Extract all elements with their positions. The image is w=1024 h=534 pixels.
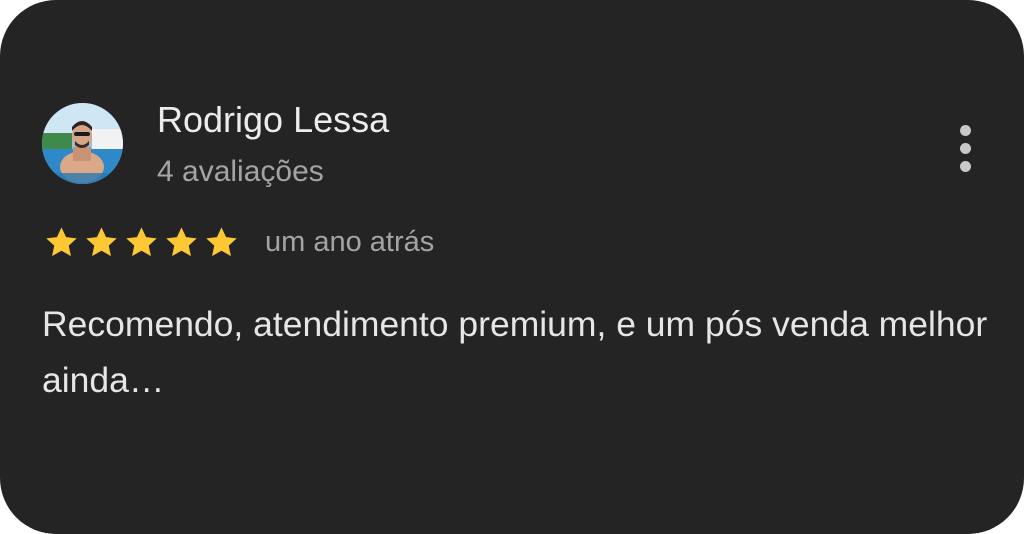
star-icon: [86, 226, 117, 256]
more-vert-icon-dot: [959, 160, 971, 172]
more-vert-icon-dot: [959, 142, 971, 154]
star-icon: [126, 226, 157, 256]
review-card: Rodrigo Lessa 4 avaliações um ano atrás …: [0, 0, 1024, 534]
star-icon: [166, 226, 197, 256]
rating-row: um ano atrás: [42, 222, 434, 262]
reviews-count[interactable]: 4 avaliações: [157, 153, 324, 191]
review-time: um ano atrás: [265, 225, 435, 258]
more-options-button[interactable]: [944, 118, 986, 178]
star-icon: [206, 226, 237, 256]
star-rating: [42, 224, 241, 261]
more-vert-icon-dot: [959, 124, 971, 136]
star-icon: [46, 226, 77, 256]
profile-photo-icon: [42, 103, 123, 184]
review-text: Recomendo, atendimento premium, e um pós…: [42, 304, 988, 400]
avatar[interactable]: [42, 103, 123, 184]
reviewer-name[interactable]: Rodrigo Lessa: [157, 98, 389, 142]
